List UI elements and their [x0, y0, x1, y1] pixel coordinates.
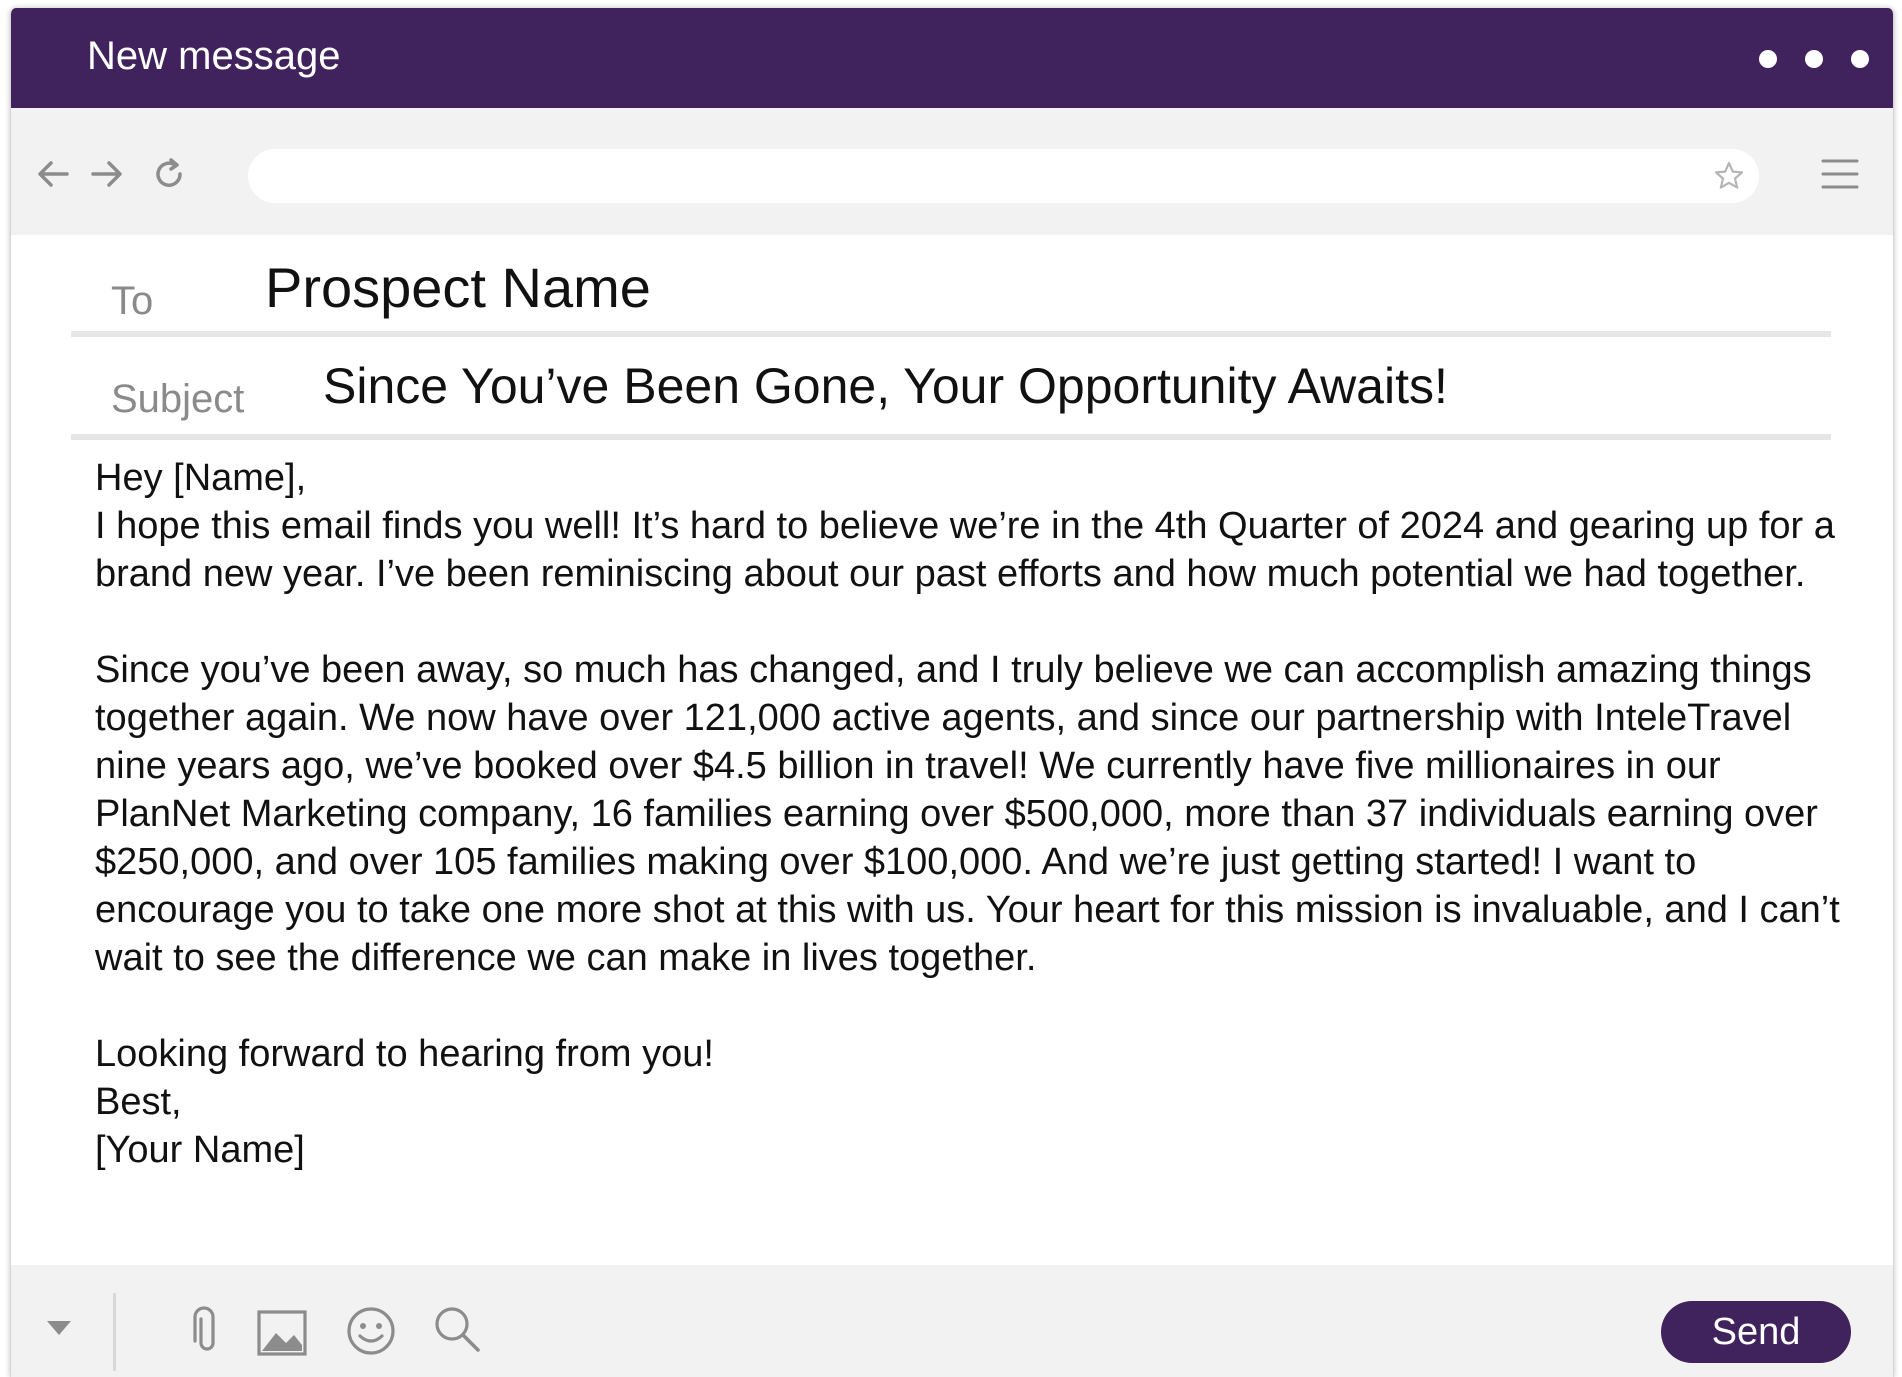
window-options-button[interactable]: [1759, 50, 1869, 68]
title-bar: New message: [11, 8, 1893, 108]
signoff-line: Best,: [95, 1081, 182, 1123]
paperclip-icon[interactable]: [181, 1305, 233, 1357]
closing-line: Looking forward to hearing from you!: [95, 1033, 714, 1075]
window-title: New message: [87, 34, 341, 78]
dot-icon: [1851, 50, 1869, 68]
compose-window: New message To Prospect Name Subject Sin…: [10, 8, 1894, 1377]
message-body[interactable]: Hey [Name], I hope this email finds you …: [95, 454, 1855, 1174]
emoji-icon[interactable]: [345, 1305, 397, 1357]
body-paragraph: I hope this email finds you well! It’s h…: [95, 505, 1835, 595]
compose-toolbar: Send: [11, 1265, 1893, 1377]
to-field[interactable]: To Prospect Name: [71, 235, 1831, 337]
dropdown-caret-icon[interactable]: [39, 1307, 79, 1347]
toolbar-divider: [113, 1293, 116, 1371]
greeting-line: Hey [Name],: [95, 457, 307, 499]
address-input[interactable]: [268, 149, 1712, 205]
dot-icon: [1759, 50, 1777, 68]
back-arrow-icon[interactable]: [33, 154, 73, 194]
browser-nav-bar: [11, 108, 1893, 235]
star-icon[interactable]: [1713, 160, 1745, 192]
forward-arrow-icon[interactable]: [87, 154, 127, 194]
image-icon[interactable]: [256, 1307, 308, 1359]
reload-icon[interactable]: [149, 154, 189, 194]
dot-icon: [1805, 50, 1823, 68]
to-recipient[interactable]: Prospect Name: [265, 255, 651, 320]
subject-field[interactable]: Subject Since You’ve Been Gone, Your Opp…: [71, 337, 1831, 440]
hamburger-menu-icon[interactable]: [1821, 156, 1859, 192]
subject-label: Subject: [111, 377, 245, 421]
send-button[interactable]: Send: [1661, 1301, 1851, 1363]
body-paragraph: Since you’ve been away, so much has chan…: [95, 649, 1840, 979]
search-icon[interactable]: [431, 1303, 483, 1355]
to-label: To: [111, 279, 154, 323]
subject-text[interactable]: Since You’ve Been Gone, Your Opportunity…: [323, 357, 1448, 415]
signature-line: [Your Name]: [95, 1129, 305, 1171]
address-bar[interactable]: [248, 149, 1759, 205]
